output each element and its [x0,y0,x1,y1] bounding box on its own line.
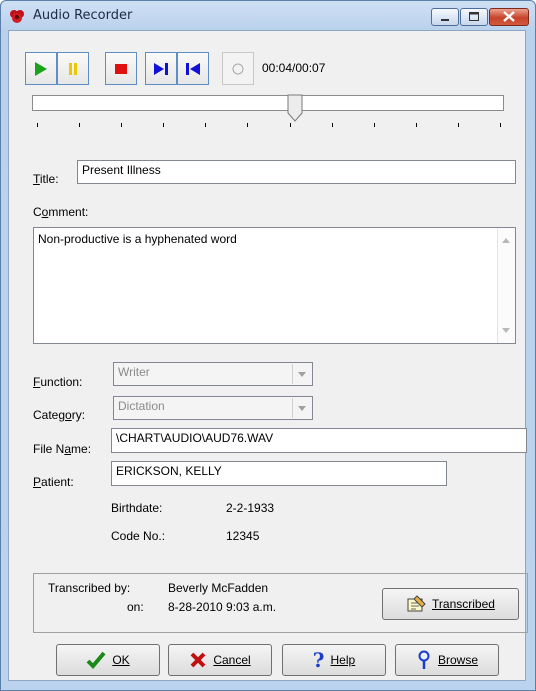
skip-back-button[interactable] [177,52,209,85]
chevron-down-icon[interactable] [292,364,311,384]
comment-label: Comment: [33,205,89,219]
patient-input[interactable]: ERICKSON, KELLY [111,461,447,486]
magnifier-icon [418,650,430,669]
code-value: 12345 [226,529,260,543]
x-icon [190,652,206,668]
question-mark-icon: ? [312,648,325,672]
slider-tick [121,123,122,127]
record-icon [232,63,244,75]
pause-icon [69,63,77,75]
transcribed-by-label: Transcribed by: [48,581,131,595]
close-button[interactable] [489,8,529,26]
function-select[interactable]: Writer [113,362,313,386]
comment-textarea[interactable]: Non-productive is a hyphenated word [33,227,516,344]
time-display: 00:04/00:07 [262,61,326,75]
title-input[interactable]: Present Illness [77,160,516,184]
ok-button[interactable]: OK [56,644,160,676]
audio-recorder-app-icon [10,10,24,23]
play-icon [35,62,47,76]
record-button[interactable] [222,52,254,85]
slider-tick [247,123,248,127]
filename-label: File Name: [33,442,92,456]
slider-tick [500,123,501,127]
title-bar[interactable]: Audio Recorder [1,1,535,31]
chevron-down-icon[interactable] [292,398,311,418]
patient-label: Patient: [33,475,74,489]
pause-button[interactable] [57,52,89,85]
browse-button[interactable]: Browse [395,644,499,676]
comment-text: Non-productive is a hyphenated word [38,232,237,246]
transcribed-on-label: on: [127,600,144,614]
help-button[interactable]: ? Help [282,644,386,676]
category-select[interactable]: Dictation [113,396,313,420]
slider-tick [332,123,333,127]
transcribed-on-value: 8-28-2010 9:03 a.m. [168,600,277,614]
slider-tick [416,123,417,127]
filename-input[interactable]: \CHART\AUDIO\AUD76.WAV [111,428,527,453]
maximize-button[interactable] [460,8,488,26]
close-icon [503,11,515,22]
cancel-button[interactable]: Cancel [168,644,272,676]
slider-tick [79,123,80,127]
transcribed-by-value: Beverly McFadden [168,581,269,595]
scroll-down-icon[interactable] [502,328,510,333]
category-label: Category: [33,408,86,422]
title-label: Title: [33,172,59,186]
slider-thumb[interactable] [287,94,303,122]
slider-tick [163,123,164,127]
slider-tick [458,123,459,127]
transcribed-icon [407,595,426,612]
comment-scrollbar[interactable] [497,228,515,343]
stop-button[interactable] [105,52,137,85]
birthdate-label: Birthdate: [111,501,163,515]
help-button-label: Help [330,653,356,667]
minimize-icon [441,19,449,21]
function-value: Writer [118,365,150,379]
slider-tick [37,123,38,127]
category-value: Dictation [118,399,165,413]
transcribed-button[interactable]: Transcribed [382,588,519,620]
birthdate-value: 2-2-1933 [226,501,275,515]
skip-back-icon [186,63,200,75]
minimize-button[interactable] [431,8,459,26]
transcribed-button-label: Transcribed [432,597,495,611]
browse-button-label: Browse [437,653,478,667]
skip-forward-icon [154,63,168,75]
stop-icon [115,64,127,74]
function-label: Function: [33,375,83,389]
skip-forward-button[interactable] [145,52,177,85]
cancel-button-label: Cancel [213,653,251,667]
play-button[interactable] [25,52,57,85]
slider-tick [290,123,291,127]
code-label: Code No.: [111,529,166,543]
playback-slider[interactable] [32,95,504,111]
maximize-icon [469,12,479,21]
ok-button-label: OK [112,653,130,667]
slider-tick [374,123,375,127]
scroll-up-icon[interactable] [502,238,510,243]
slider-tick [205,123,206,127]
window-title: Audio Recorder [33,8,133,23]
checkmark-icon [86,651,106,669]
